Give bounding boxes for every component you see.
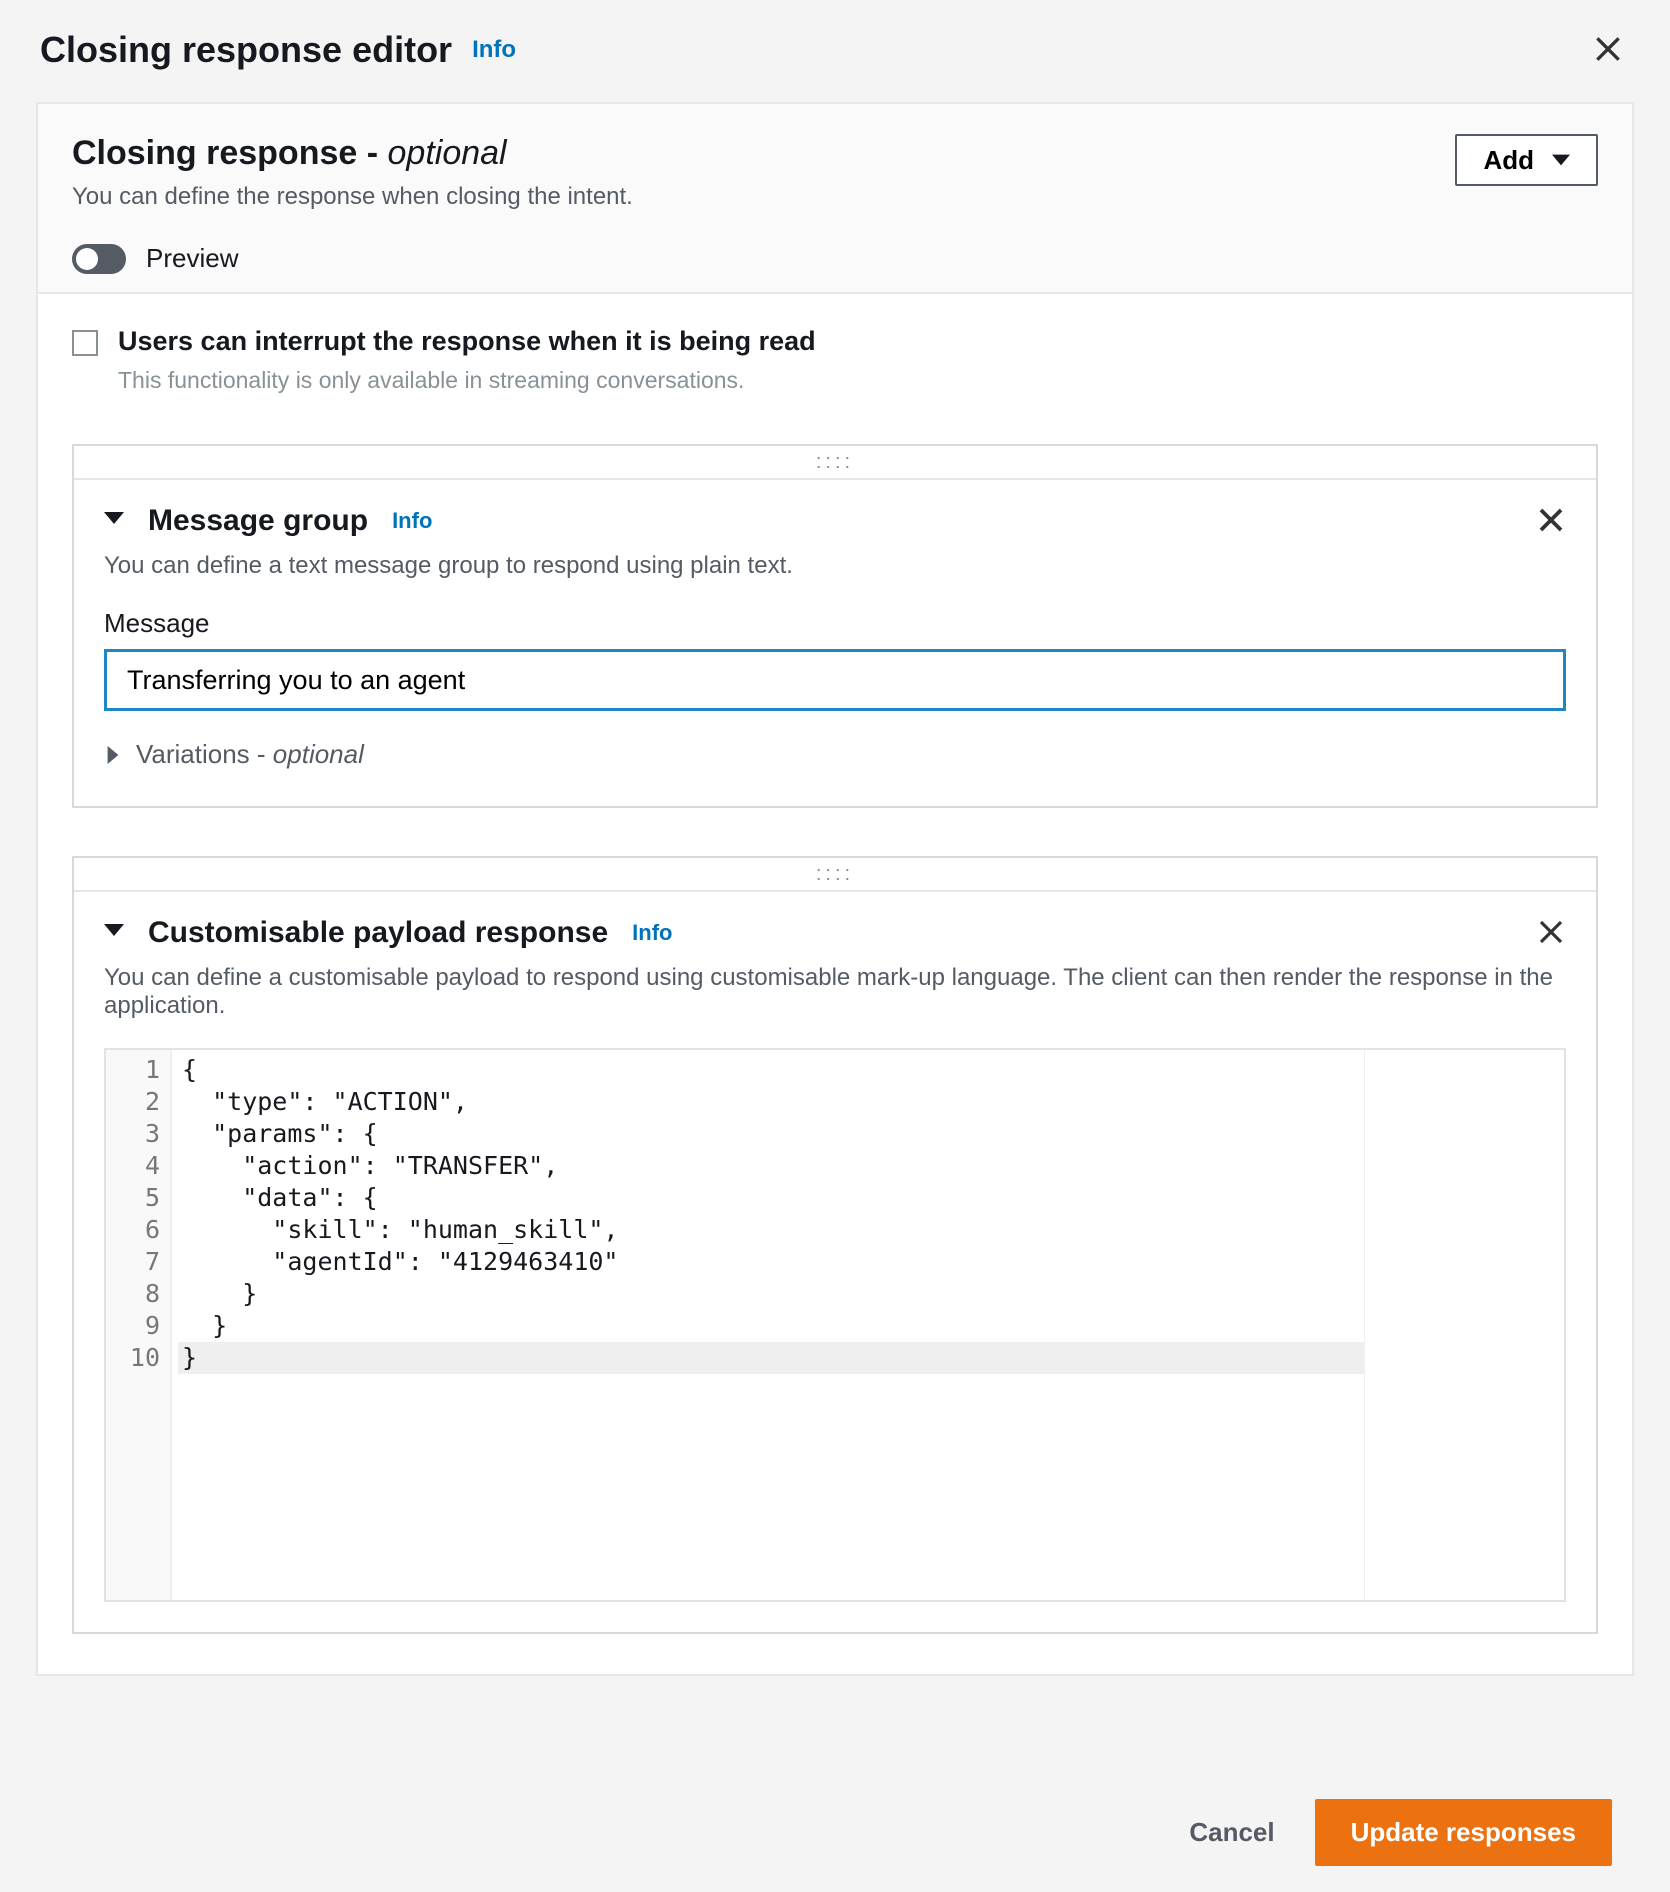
code-line[interactable]: "action": "TRANSFER", [178, 1150, 1364, 1182]
payload-card: :::: Customisable payload response Info … [72, 856, 1598, 1634]
interrupt-checkbox[interactable] [72, 330, 98, 356]
code-gutter: 12345678910 [106, 1050, 172, 1600]
line-number: 10 [106, 1342, 160, 1374]
payload-code-editor-wrap: 12345678910 { "type": "ACTION", "params"… [104, 1048, 1566, 1602]
modal-info-link[interactable]: Info [472, 36, 516, 64]
code-line[interactable]: } [178, 1342, 1364, 1374]
payload-title: Customisable payload response [148, 916, 608, 950]
message-input[interactable] [104, 649, 1566, 711]
line-number: 3 [106, 1118, 160, 1150]
preview-row: Preview [72, 243, 1598, 274]
add-button-label: Add [1483, 145, 1534, 176]
closing-response-editor-modal: Closing response editor Info Closing res… [0, 0, 1670, 1892]
code-area[interactable]: { "type": "ACTION", "params": { "action"… [172, 1050, 1364, 1600]
code-line[interactable]: { [178, 1054, 1364, 1086]
interrupt-sublabel: This functionality is only available in … [118, 367, 1598, 394]
message-group-card: :::: Message group Info You can define a… [72, 444, 1598, 808]
code-line[interactable]: "type": "ACTION", [178, 1086, 1364, 1118]
interrupt-label: Users can interrupt the response when it… [118, 326, 816, 357]
line-number: 6 [106, 1214, 160, 1246]
drag-handle[interactable]: :::: [74, 446, 1596, 480]
preview-toggle-label: Preview [146, 243, 238, 274]
message-group-title: Message group [148, 504, 368, 538]
interrupt-row: Users can interrupt the response when it… [72, 326, 1598, 357]
collapse-toggle[interactable] [104, 920, 124, 946]
code-line[interactable]: "data": { [178, 1182, 1364, 1214]
payload-header: Customisable payload response Info [74, 892, 1596, 958]
payload-code-editor[interactable]: 12345678910 { "type": "ACTION", "params"… [106, 1050, 1564, 1600]
modal-header: Closing response editor Info [0, 0, 1670, 102]
line-number: 1 [106, 1054, 160, 1086]
close-icon [1592, 33, 1624, 65]
caret-down-icon [104, 508, 124, 528]
line-number: 5 [106, 1182, 160, 1214]
modal-footer: Cancel Update responses [0, 1772, 1670, 1892]
line-number: 7 [106, 1246, 160, 1278]
cancel-button[interactable]: Cancel [1183, 1803, 1280, 1862]
code-line[interactable]: "params": { [178, 1118, 1364, 1150]
modal-title: Closing response editor [40, 29, 452, 71]
add-button[interactable]: Add [1455, 134, 1598, 186]
line-number: 9 [106, 1310, 160, 1342]
panel-description: You can define the response when closing… [72, 183, 633, 211]
drag-handle[interactable]: :::: [74, 858, 1596, 892]
payload-info-link[interactable]: Info [632, 920, 672, 946]
code-line[interactable]: "skill": "human_skill", [178, 1214, 1364, 1246]
code-line[interactable]: "agentId": "4129463410" [178, 1246, 1364, 1278]
code-minimap [1364, 1050, 1564, 1600]
variations-toggle[interactable]: Variations - optional [104, 739, 1566, 770]
remove-message-group-button[interactable] [1536, 505, 1566, 538]
payload-description: You can define a customisable payload to… [74, 958, 1596, 1036]
caret-right-icon [104, 746, 122, 764]
variations-label: Variations - optional [136, 739, 364, 770]
line-number: 2 [106, 1086, 160, 1118]
message-group-description: You can define a text message group to r… [74, 546, 1596, 596]
code-line[interactable]: } [178, 1310, 1364, 1342]
remove-payload-button[interactable] [1536, 917, 1566, 950]
message-group-info-link[interactable]: Info [392, 508, 432, 534]
collapse-toggle[interactable] [104, 508, 124, 534]
message-group-header: Message group Info [74, 480, 1596, 546]
line-number: 4 [106, 1150, 160, 1182]
preview-toggle[interactable] [72, 244, 126, 274]
caret-down-icon [104, 920, 124, 940]
update-responses-button[interactable]: Update responses [1315, 1799, 1612, 1866]
chevron-down-icon [1552, 151, 1570, 169]
closing-response-panel: Closing response - optional You can defi… [36, 102, 1634, 1676]
modal-close-button[interactable] [1586, 28, 1630, 72]
close-icon [1536, 505, 1566, 535]
message-field-label: Message [104, 608, 1566, 639]
panel-body: Users can interrupt the response when it… [38, 294, 1632, 1674]
panel-title: Closing response - optional [72, 134, 633, 173]
line-number: 8 [106, 1278, 160, 1310]
close-icon [1536, 917, 1566, 947]
panel-header: Closing response - optional You can defi… [38, 104, 1632, 294]
code-line[interactable]: } [178, 1278, 1364, 1310]
